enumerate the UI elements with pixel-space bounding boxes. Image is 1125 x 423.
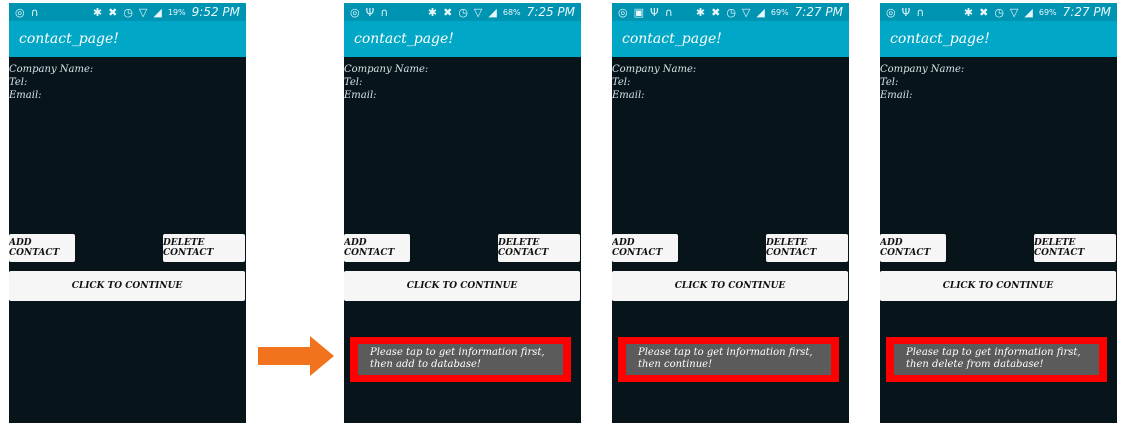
arrow-right-icon [258,336,334,376]
toast-highlight: Please tap to get information first, the… [886,337,1107,382]
phone-screen-4: ◎ Ψ ∩ ✱ ✖ ◷ ▽ ◢ 69% 7:27 PM contact_page! … [880,3,1117,423]
bluetooth-icon: ✱ [92,5,103,19]
clock: 7:27 PM [1062,5,1111,19]
phone-screen-2: ◎ Ψ ∩ ✱ ✖ ◷ ▽ ◢ 68% 7:25 PM contact_page! … [344,3,581,423]
add-contact-button[interactable]: ADD CONTACT [880,234,946,262]
continue-button[interactable]: CLICK TO CONTINUE [344,271,580,301]
tel-label: Tel: [344,77,363,88]
mute-icon: ✖ [443,5,453,19]
alarm-icon: ◷ [994,5,1004,19]
bluetooth-icon: ✱ [427,5,438,19]
wifi-icon: ▽ [138,5,148,19]
delete-contact-button[interactable]: DELETE CONTACT [1034,234,1116,262]
toast-line-1: Please tap to get information first, [370,347,545,358]
signal-icon: ◢ [153,5,162,19]
battery-level: 69% [1038,7,1057,17]
email-label: Email: [9,90,42,101]
alarm-icon: ◷ [123,5,133,19]
mute-icon: ✖ [711,5,721,19]
battery-level: 68% [502,7,521,17]
delete-contact-button[interactable]: DELETE CONTACT [766,234,848,262]
company-name-label: Company Name: [344,64,429,75]
toast-message: Please tap to get information first, the… [358,344,563,375]
mute-icon: ✖ [108,5,118,19]
headset-icon: ∩ [916,5,925,19]
tel-label: Tel: [880,77,899,88]
wifi-icon: ▽ [1009,5,1019,19]
toast-line-2: then add to database! [370,359,481,370]
notification-icon: ◎ [618,5,628,19]
signal-icon: ◢ [1024,5,1033,19]
contact-fields: Company Name: Tel: Email: [9,57,246,102]
alarm-icon: ◷ [726,5,736,19]
notification-icon: ◎ [886,5,896,19]
toast-message: Please tap to get information first, the… [626,344,831,375]
clock: 9:52 PM [191,5,240,19]
usb-icon: Ψ [650,5,659,19]
clock: 7:27 PM [794,5,843,19]
add-contact-button[interactable]: ADD CONTACT [344,234,410,262]
app-title: contact_page! [344,21,581,57]
email-label: Email: [612,90,645,101]
toast-message: Please tap to get information first, the… [894,344,1099,375]
status-bar: ◎ ∩ ✱ ✖ ◷ ▽ ◢ 19% 9:52 PM [9,3,246,21]
headset-icon: ∩ [30,5,39,19]
app-title: contact_page! [880,21,1117,57]
phone-screen-3: ◎ ▣ Ψ ∩ ✱ ✖ ◷ ▽ ◢ 69% 7:27 PM contact_page!… [612,3,849,423]
toast-line-1: Please tap to get information first, [638,347,813,358]
notification-icon: ◎ [350,5,360,19]
usb-icon: Ψ [901,5,911,19]
tel-label: Tel: [9,77,28,88]
toast-line-2: then continue! [638,359,713,370]
gallery-icon: ▣ [633,5,645,19]
headset-icon: ∩ [664,5,673,19]
tel-label: Tel: [612,77,631,88]
bluetooth-icon: ✱ [963,5,974,19]
status-bar: ◎ ▣ Ψ ∩ ✱ ✖ ◷ ▽ ◢ 69% 7:27 PM [612,3,849,21]
toast-highlight: Please tap to get information first, the… [618,337,839,382]
clock: 7:25 PM [526,5,575,19]
headset-icon: ∩ [380,5,389,19]
toast-highlight: Please tap to get information first, the… [350,337,571,382]
wifi-icon: ▽ [473,5,483,19]
company-name-label: Company Name: [612,64,697,75]
bluetooth-icon: ✱ [695,5,706,19]
status-bar: ◎ Ψ ∩ ✱ ✖ ◷ ▽ ◢ 69% 7:27 PM [880,3,1117,21]
mute-icon: ✖ [979,5,989,19]
contact-fields: Company Name: Tel: Email: [612,57,849,102]
battery-level: 19% [167,7,186,17]
email-label: Email: [344,90,377,101]
signal-icon: ◢ [756,5,765,19]
add-contact-button[interactable]: ADD CONTACT [612,234,678,262]
signal-icon: ◢ [488,5,497,19]
delete-contact-button[interactable]: DELETE CONTACT [498,234,580,262]
add-contact-button[interactable]: ADD CONTACT [9,234,75,262]
delete-contact-button[interactable]: DELETE CONTACT [163,234,245,262]
notification-icon: ◎ [15,5,25,19]
company-name-label: Company Name: [880,64,965,75]
usb-icon: Ψ [365,5,375,19]
phone-screen-1: ◎ ∩ ✱ ✖ ◷ ▽ ◢ 19% 9:52 PM contact_page! C… [9,3,246,423]
email-label: Email: [880,90,913,101]
contact-fields: Company Name: Tel: Email: [344,57,581,102]
continue-button[interactable]: CLICK TO CONTINUE [9,271,245,301]
app-title: contact_page! [612,21,849,57]
status-bar: ◎ Ψ ∩ ✱ ✖ ◷ ▽ ◢ 68% 7:25 PM [344,3,581,21]
contact-fields: Company Name: Tel: Email: [880,57,1117,102]
wifi-icon: ▽ [741,5,751,19]
toast-line-2: then delete from database! [906,359,1044,370]
company-name-label: Company Name: [9,64,94,75]
continue-button[interactable]: CLICK TO CONTINUE [880,271,1116,301]
continue-button[interactable]: CLICK TO CONTINUE [612,271,848,301]
app-title: contact_page! [9,21,246,57]
toast-line-1: Please tap to get information first, [906,347,1081,358]
alarm-icon: ◷ [458,5,468,19]
battery-level: 69% [770,7,789,17]
